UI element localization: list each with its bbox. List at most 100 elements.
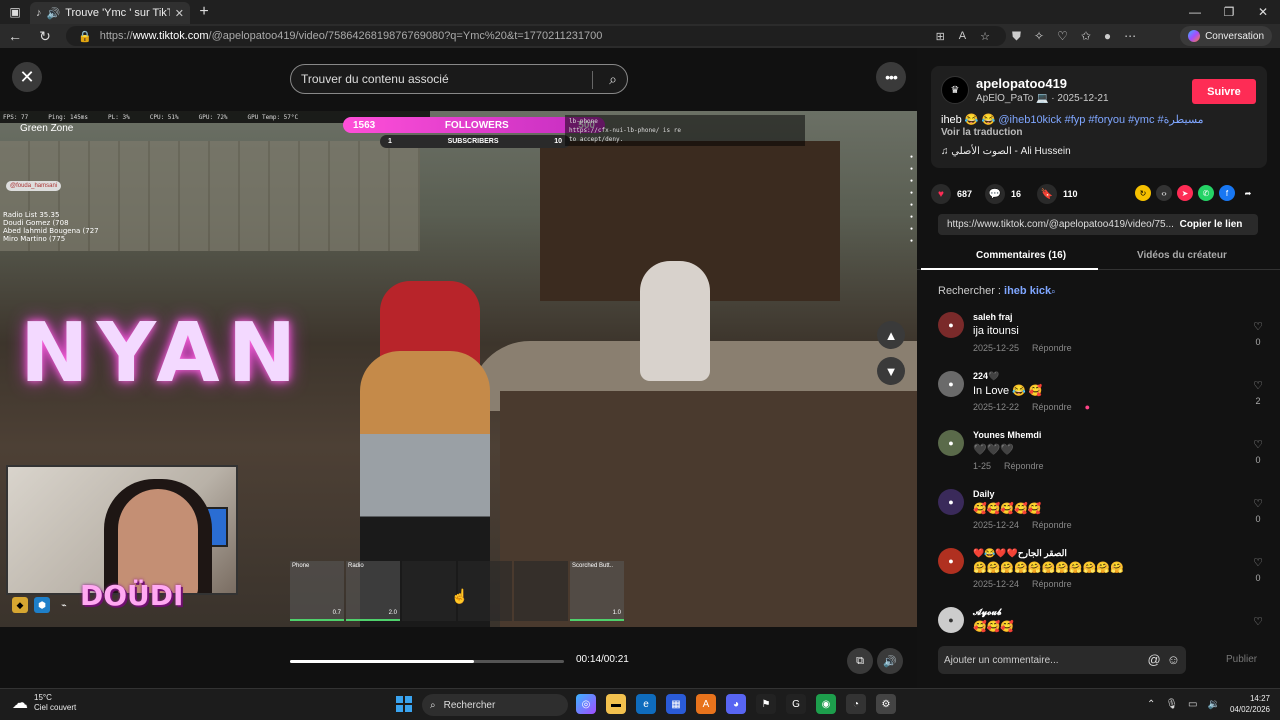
url-field[interactable]: 🔒 https://www.tiktok.com/@apelopatoo419/… [66, 26, 1006, 46]
new-tab-button[interactable]: + [190, 0, 218, 24]
copilot-conversation-button[interactable]: Conversation [1180, 26, 1272, 46]
favorite-star-icon[interactable]: ☆ [980, 30, 990, 43]
progress-bar[interactable] [290, 660, 564, 663]
music-info[interactable]: ♫ الصوت الأصلي - Ali Hussein [941, 146, 1071, 157]
heart-outline-icon[interactable]: ♡ [1250, 497, 1266, 510]
clock[interactable]: 14:27 04/02/2026 [1230, 693, 1270, 715]
reply-button[interactable]: Répondre [1032, 520, 1072, 530]
volume-button[interactable]: 🔊 [877, 648, 903, 674]
author-avatar[interactable]: ♛ [941, 76, 969, 104]
comment-input[interactable]: Ajouter un commentaire... @ ☺ [938, 646, 1186, 674]
profile-avatar[interactable]: ● [1104, 29, 1111, 43]
repost-icon[interactable]: ↻ [1135, 185, 1151, 201]
comment-avatar[interactable]: ● [938, 489, 964, 515]
next-video-button[interactable]: ▼ [877, 357, 905, 385]
translate-link[interactable]: Voir la traduction [941, 127, 1023, 138]
comment-avatar[interactable]: ● [938, 607, 964, 633]
discord-icon[interactable]: ◕ [726, 694, 746, 714]
reply-button[interactable]: Répondre [1032, 343, 1072, 353]
caption-mention[interactable]: @iheb10kick [998, 114, 1061, 126]
reply-button[interactable]: Répondre [1032, 579, 1072, 589]
app-g-icon[interactable]: G [786, 694, 806, 714]
related-search-link[interactable]: Rechercher : iheb kick⌕ [938, 285, 1056, 297]
edge-icon[interactable]: e [636, 694, 656, 714]
comment-author[interactable]: ❤️😂❤️❤️الصقر الجارح [973, 548, 1067, 559]
tray-chevron-icon[interactable]: ⌃ [1147, 699, 1155, 710]
share-arrow-icon[interactable]: ➦ [1240, 185, 1256, 201]
tab-actions-icon[interactable]: ▣ [0, 0, 30, 24]
close-window-button[interactable]: ✕ [1246, 0, 1280, 24]
comment-author[interactable]: Daily [973, 489, 995, 499]
search-icon[interactable]: ⌕ [609, 71, 617, 88]
browser-tab[interactable]: ♪ 🔊 Trouve 'Ymc ' sur TikTok | Re ✕ [30, 2, 190, 24]
comment-avatar[interactable]: ● [938, 430, 964, 456]
windows-start-icon[interactable] [396, 696, 412, 712]
speaker-icon[interactable]: 🔊 [47, 7, 61, 20]
heart-outline-icon[interactable]: ♡ [1250, 615, 1266, 628]
copilot-app-icon[interactable]: ◎ [576, 694, 596, 714]
shield-icon[interactable]: ⛊ [1012, 29, 1021, 44]
heart-outline-icon[interactable]: ♡ [1250, 379, 1266, 392]
comment-author[interactable]: 224🖤 [973, 371, 999, 382]
heart-outline-icon[interactable]: ♡ [1250, 438, 1266, 451]
app-a-icon[interactable]: A [696, 694, 716, 714]
mention-icon[interactable]: @ [1148, 652, 1161, 667]
save-button[interactable]: 🔖 110 [1037, 184, 1078, 204]
settings-gear-icon[interactable]: ⚙ [876, 694, 896, 714]
embed-icon[interactable]: ‹› [1156, 185, 1172, 201]
volume-icon[interactable]: 🔉 [1208, 699, 1220, 710]
video-player[interactable]: NYAN FPS: 77 Ping: 145ms PL: 3% CPU: 51%… [0, 111, 917, 627]
comment-author[interactable]: 𝓐𝔂𝓸𝓾𝓫 [973, 607, 1002, 618]
copy-link-button[interactable]: Copier le lien [1164, 214, 1258, 235]
like-button[interactable]: ♥ 687 [931, 184, 972, 204]
publish-button[interactable]: Publier [1226, 654, 1257, 665]
app-available-icon[interactable]: ⊞ [936, 30, 945, 43]
store-icon[interactable]: ▦ [666, 694, 686, 714]
related-search-input[interactable]: Trouver du contenu associé ⌕ [290, 64, 628, 94]
lock-icon[interactable]: 🔒 [78, 30, 92, 43]
read-aloud-icon[interactable]: A [959, 30, 966, 42]
tab-comments[interactable]: Commentaires (16) [976, 250, 1066, 261]
comment-avatar[interactable]: ● [938, 548, 964, 574]
comment-author[interactable]: saleh fraj [973, 312, 1013, 322]
previous-video-button[interactable]: ▲ [877, 321, 905, 349]
favorites-icon[interactable]: ✩ [1081, 29, 1091, 43]
back-button[interactable]: ← [0, 24, 30, 48]
app-circle-icon[interactable]: ◔ [846, 694, 866, 714]
minimize-button[interactable]: — [1178, 0, 1212, 24]
tab-creator-videos[interactable]: Vidéos du créateur [1137, 250, 1227, 261]
file-explorer-icon[interactable]: ▬ [606, 694, 626, 714]
author-username[interactable]: apelopatoo419 [976, 76, 1067, 91]
emoji-icon[interactable]: ☺ [1167, 652, 1180, 667]
floating-player-button[interactable]: ⧉ [847, 648, 873, 674]
restore-button[interactable]: ❐ [1212, 0, 1246, 24]
weather-widget[interactable]: ☁ 15°C Ciel couvert [12, 693, 76, 713]
facebook-icon[interactable]: f [1219, 185, 1235, 201]
slot-label: Phone [292, 563, 310, 569]
caption-hashtags[interactable]: #fyp #foryou #ymc #مسيطرة [1065, 114, 1204, 126]
comment-avatar[interactable]: ● [938, 371, 964, 397]
heart-outline-icon[interactable]: ♡ [1250, 556, 1266, 569]
comment-avatar[interactable]: ● [938, 312, 964, 338]
follow-button[interactable]: Suivre [1192, 79, 1256, 104]
extensions-icon[interactable]: ✧ [1034, 29, 1044, 43]
refresh-button[interactable]: ↻ [30, 24, 60, 48]
reply-button[interactable]: Répondre [1032, 402, 1072, 412]
chrome-icon[interactable]: ◉ [816, 694, 836, 714]
browser-essentials-icon[interactable]: ♡ [1057, 29, 1068, 43]
heart-outline-icon[interactable]: ♡ [1250, 320, 1266, 333]
network-icon[interactable]: ▭ [1188, 699, 1197, 710]
game-app-icon[interactable]: ⚑ [756, 694, 776, 714]
settings-more-icon[interactable]: ⋯ [1124, 29, 1136, 43]
whatsapp-icon[interactable]: ✆ [1198, 185, 1214, 201]
more-options-button[interactable]: ••• [876, 62, 906, 92]
close-video-button[interactable]: ✕ [12, 62, 42, 92]
send-icon[interactable]: ➤ [1177, 185, 1193, 201]
taskbar-search[interactable]: ⌕ Rechercher [422, 694, 568, 716]
search-divider [592, 71, 593, 89]
close-tab-icon[interactable]: ✕ [175, 7, 184, 20]
reply-button[interactable]: Répondre [1004, 461, 1044, 471]
microphone-icon[interactable]: 🎙 [1165, 699, 1178, 710]
comment-author[interactable]: Younes Mhemdi [973, 430, 1041, 440]
comment-button[interactable]: 💬 16 [985, 184, 1021, 204]
